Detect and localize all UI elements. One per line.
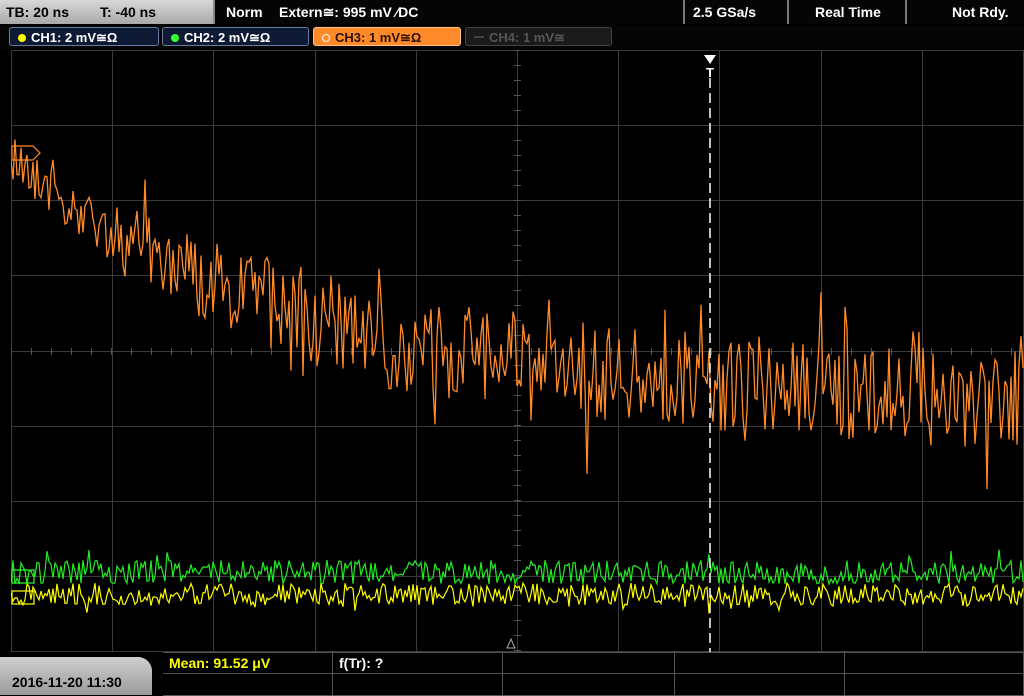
frequency-measurement: f(Tr): ?: [339, 655, 384, 671]
mean-measurement: Mean: 91.52 μV: [169, 655, 271, 671]
date-box: 2016-11-20 11:30: [0, 657, 152, 695]
time-reference-icon: [506, 637, 516, 649]
status-bar: TB: 20 ns T: -40 ns Norm Extern≅: 995 mV…: [0, 0, 1024, 24]
trigger-marker-label: T: [706, 65, 714, 80]
channel-2-tab[interactable]: CH2: 2 mV≅Ω: [162, 27, 309, 46]
sample-rate[interactable]: 2.5 GSa/s: [693, 0, 756, 24]
measurement-cell[interactable]: [333, 674, 503, 696]
waveform-display[interactable]: T: [11, 50, 1024, 652]
measurement-panel[interactable]: Mean: 91.52 μV f(Tr): ?: [163, 652, 1024, 696]
measurement-cell[interactable]: [503, 653, 675, 674]
date-time: 2016-11-20 11:30: [12, 674, 122, 690]
divider: [905, 0, 907, 24]
channel-4-tab[interactable]: CH4: 1 mV≅: [465, 27, 612, 46]
measurement-cell[interactable]: [163, 674, 333, 696]
channel-1-indicator-icon: [18, 34, 26, 42]
acquisition-mode[interactable]: Real Time: [815, 0, 881, 24]
channel-3-label: CH3: 1 mV≅Ω: [335, 30, 422, 45]
trigger-time-label: T: -40 ns: [100, 4, 157, 20]
channel-2-label: CH2: 2 mV≅Ω: [184, 30, 271, 45]
channel-4-label: CH4: 1 mV≅: [489, 30, 565, 45]
measurement-cell[interactable]: [845, 653, 1024, 674]
channel-1-tab[interactable]: CH1: 2 mV≅Ω: [9, 27, 159, 46]
channel-4-indicator-icon: [474, 36, 484, 38]
trigger-mode[interactable]: Norm: [226, 0, 263, 24]
measurement-cell[interactable]: [503, 674, 675, 696]
graticule-svg: T: [11, 50, 1024, 652]
run-status[interactable]: Not Rdy.: [952, 0, 1009, 24]
trigger-arrow-icon[interactable]: [704, 55, 716, 64]
timebase-label: TB: 20 ns: [6, 4, 70, 20]
divider: [787, 0, 789, 24]
channel-bar: CH1: 2 mV≅Ω CH2: 2 mV≅Ω CH3: 1 mV≅Ω CH4:…: [0, 25, 1024, 49]
timebase-box[interactable]: TB: 20 ns T: -40 ns: [0, 0, 215, 24]
measurement-cell[interactable]: [675, 674, 845, 696]
measurement-cell[interactable]: [845, 674, 1024, 696]
divider: [683, 0, 685, 24]
channel-3-tab[interactable]: CH3: 1 mV≅Ω: [313, 27, 461, 46]
channel-3-indicator-icon: [322, 34, 330, 42]
channel-1-label: CH1: 2 mV≅Ω: [31, 30, 118, 45]
measurement-cell[interactable]: [675, 653, 845, 674]
channel-2-indicator-icon: [171, 34, 179, 42]
trigger-source[interactable]: Extern≅: 995 mV ∕DC: [279, 0, 418, 24]
graticule-grid: [11, 50, 1024, 652]
